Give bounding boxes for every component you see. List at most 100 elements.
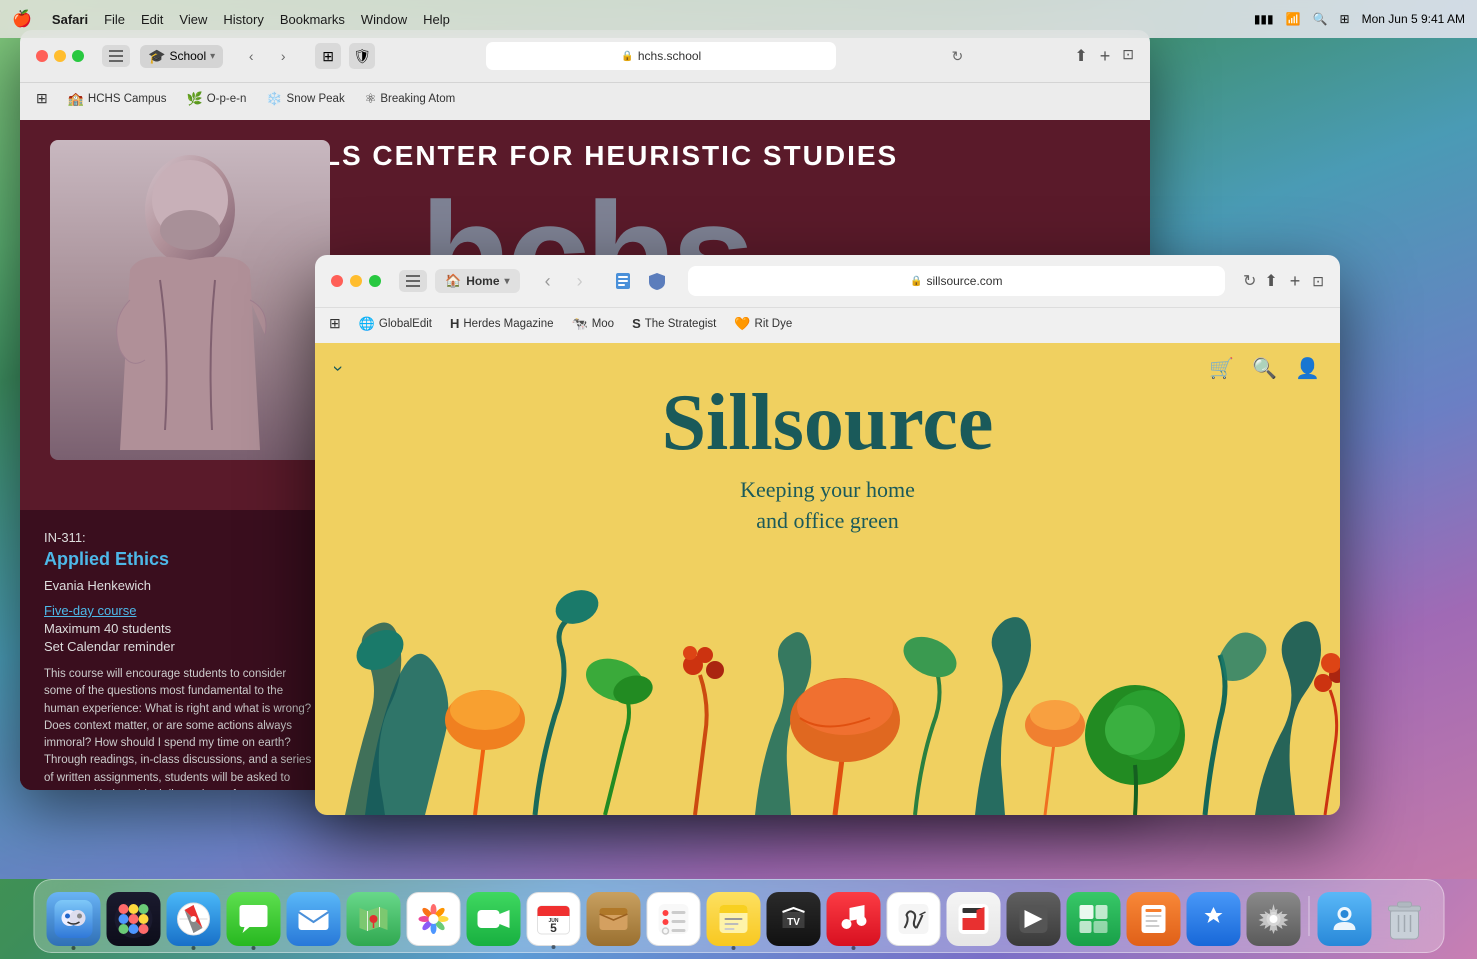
dock-launchpad[interactable] xyxy=(106,892,160,946)
bookmark-herdes[interactable]: H Herdes Magazine xyxy=(450,316,554,331)
bookmark-ritdye[interactable]: 🧡 Rit Dye xyxy=(734,316,792,332)
dock-messages[interactable] xyxy=(226,892,280,946)
bookmark-open[interactable]: 🌿 O-p-e-n xyxy=(187,91,247,107)
sidebar-toggle-back[interactable] xyxy=(102,45,130,67)
share-icon-front[interactable]: ⬆ xyxy=(1264,271,1277,291)
dock-mail[interactable] xyxy=(286,892,340,946)
apple-menu[interactable]: 🍎 xyxy=(12,9,32,29)
bm-strat-icon: S xyxy=(632,316,641,331)
back-button-front[interactable]: ‹ xyxy=(534,267,562,295)
dock-calendar[interactable]: JUN 5 xyxy=(526,892,580,946)
menu-help[interactable]: Help xyxy=(423,12,450,27)
bookmark-snow[interactable]: ❄️ Snow Peak xyxy=(266,91,344,107)
notes-running-dot xyxy=(731,946,735,950)
minimize-button-back[interactable] xyxy=(54,50,66,62)
user-icon[interactable]: 👤 xyxy=(1295,356,1320,381)
tab-home[interactable]: 🏠 Home ▾ xyxy=(435,269,520,293)
tab-overview-icon-front[interactable]: ⊡ xyxy=(1312,273,1324,290)
dock-photos[interactable] xyxy=(406,892,460,946)
menu-view[interactable]: View xyxy=(179,12,207,27)
dock-settings[interactable] xyxy=(1246,892,1300,946)
course-capacity: Maximum 40 students xyxy=(44,621,316,636)
sidebar-toggle-front[interactable] xyxy=(399,270,427,292)
forward-button[interactable]: › xyxy=(269,42,297,70)
dock-notes[interactable] xyxy=(706,892,760,946)
menubar: 🍎 Safari File Edit View History Bookmark… xyxy=(0,0,1477,38)
bookmark-strategist[interactable]: S The Strategist xyxy=(632,316,716,331)
bm-ge-icon: 🌐 xyxy=(359,316,375,332)
bm-strat-label: The Strategist xyxy=(645,318,717,330)
grid-icon-front[interactable]: ⊞ xyxy=(329,315,341,332)
dock-music[interactable] xyxy=(826,892,880,946)
bookmark-hchs[interactable]: 🏫 HCHS Campus xyxy=(68,91,167,107)
dock-news[interactable] xyxy=(946,892,1000,946)
minimize-button-front[interactable] xyxy=(350,275,362,287)
new-tab-icon-back[interactable]: + xyxy=(1100,46,1111,67)
url-front: sillsource.com xyxy=(926,274,1002,288)
forward-button-front[interactable]: › xyxy=(566,267,594,295)
traffic-lights-back[interactable] xyxy=(36,50,84,62)
school-tab-icon: 🎓 xyxy=(148,48,165,65)
course-title[interactable]: Applied Ethics xyxy=(44,549,316,570)
course-calendar[interactable]: Set Calendar reminder xyxy=(44,639,316,654)
maximize-button-front[interactable] xyxy=(369,275,381,287)
grid-icon-back[interactable]: ⊞ xyxy=(36,90,48,107)
tab-overview-icon-back[interactable]: ⊡ xyxy=(1122,46,1134,67)
tab-label-school[interactable]: School xyxy=(169,49,206,63)
menu-window[interactable]: Window xyxy=(361,12,407,27)
reload-icon-front[interactable]: ↻ xyxy=(1243,271,1256,291)
extensions-icon-back[interactable]: ⊞ xyxy=(315,43,341,69)
dock-trash[interactable] xyxy=(1377,892,1431,946)
dock-migration[interactable] xyxy=(1317,892,1371,946)
dock-numbers[interactable] xyxy=(1066,892,1120,946)
dock-freeform[interactable] xyxy=(886,892,940,946)
dock-appletv[interactable]: TV xyxy=(766,892,820,946)
search-nav-icon[interactable]: 🔍 xyxy=(1252,356,1277,381)
back-button[interactable]: ‹ xyxy=(237,42,265,70)
dock-appstore[interactable] xyxy=(1186,892,1240,946)
address-bar-back[interactable]: 🔒 hchs.school xyxy=(486,42,836,70)
dock-maps[interactable] xyxy=(346,892,400,946)
bm-herdes-label: Herdes Magazine xyxy=(463,318,553,330)
home-tab-icon: 🏠 xyxy=(445,273,461,289)
menu-edit[interactable]: Edit xyxy=(141,12,163,27)
course-instructor: Evania Henkewich xyxy=(44,578,316,593)
bm-open-label: O-p-e-n xyxy=(207,93,247,105)
menu-history[interactable]: History xyxy=(223,12,263,27)
dock-noteship[interactable] xyxy=(586,892,640,946)
tab-dropdown-icon[interactable]: ▾ xyxy=(210,51,215,62)
bookmark-atom[interactable]: ⚛ Breaking Atom xyxy=(365,91,455,107)
menubar-left: 🍎 Safari File Edit View History Bookmark… xyxy=(12,9,450,29)
bookmark-globaledit[interactable]: 🌐 GlobalEdit xyxy=(359,316,432,332)
course-duration[interactable]: Five-day course xyxy=(44,603,316,618)
share-icon-back[interactable]: ⬆ xyxy=(1074,46,1087,67)
new-tab-icon-front[interactable]: + xyxy=(1290,271,1301,292)
nav-dropdown-icon[interactable]: › xyxy=(328,365,349,371)
menu-file[interactable]: File xyxy=(104,12,125,27)
dock-pages[interactable] xyxy=(1126,892,1180,946)
dock-finder[interactable] xyxy=(46,892,100,946)
close-button-back[interactable] xyxy=(36,50,48,62)
dock-safari[interactable] xyxy=(166,892,220,946)
tab-group-back[interactable]: 🎓 School ▾ xyxy=(140,45,223,68)
close-button-front[interactable] xyxy=(331,275,343,287)
menu-bookmarks[interactable]: Bookmarks xyxy=(280,12,345,27)
shield-icon-back[interactable]: 🛡 xyxy=(349,43,375,69)
maximize-button-back[interactable] xyxy=(72,50,84,62)
tab-chevron-icon: ▾ xyxy=(505,276,510,287)
bookmark-moo[interactable]: 🐄 Moo xyxy=(572,316,615,332)
traffic-lights-front[interactable] xyxy=(331,275,381,287)
app-name[interactable]: Safari xyxy=(52,12,88,27)
reload-icon-back[interactable]: ↻ xyxy=(951,48,963,65)
ext-shield-icon[interactable] xyxy=(644,268,670,294)
dock-reminders[interactable] xyxy=(646,892,700,946)
address-bar-front[interactable]: 🔒 sillsource.com xyxy=(688,266,1225,296)
dock-masterproject[interactable] xyxy=(1006,892,1060,946)
search-icon[interactable]: 🔍 xyxy=(1313,12,1328,26)
ext-notebook-icon[interactable] xyxy=(610,268,636,294)
cart-icon[interactable]: 🛒 xyxy=(1209,356,1234,381)
dock-facetime[interactable] xyxy=(466,892,520,946)
sillsource-website: › 🛒 🔍 👤 Sillsource Keeping your homeand … xyxy=(315,343,1340,815)
clock: Mon Jun 5 9:41 AM xyxy=(1362,12,1465,26)
controlcenter-icon[interactable]: ⊞ xyxy=(1340,12,1350,26)
